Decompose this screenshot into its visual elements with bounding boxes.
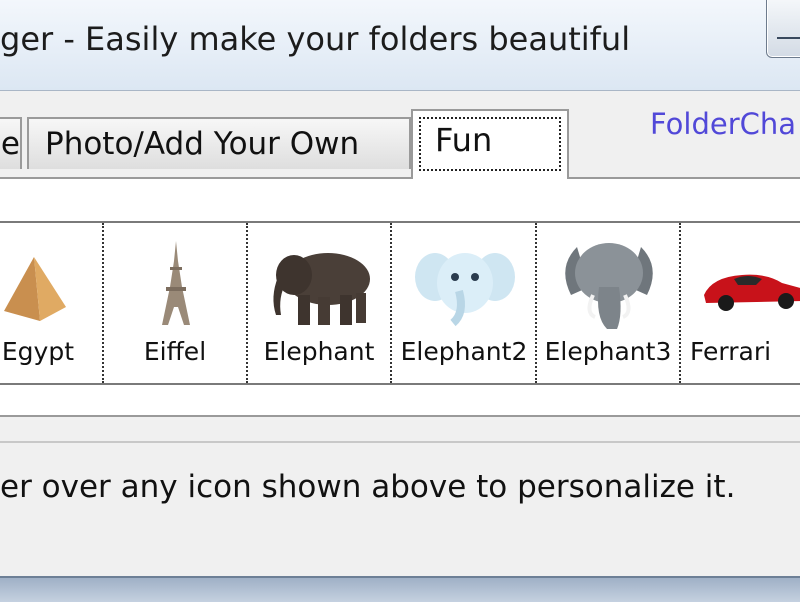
icon-label: Elephant bbox=[263, 337, 375, 366]
tab-label: Photo/Add Your Own bbox=[45, 126, 360, 162]
window-title: ger - Easily make your folders beautiful bbox=[0, 20, 631, 58]
minimize-icon bbox=[777, 33, 800, 39]
icon-label: Eiffel bbox=[143, 337, 207, 366]
icon-tile-elephant[interactable]: Elephant bbox=[248, 223, 392, 383]
tab-label: e bbox=[0, 126, 20, 162]
icon-label: Egypt bbox=[1, 337, 74, 366]
icon-tile-egypt[interactable]: Egypt bbox=[0, 223, 104, 383]
icon-tile-eiffel[interactable]: Eiffel bbox=[104, 223, 248, 383]
minimize-button[interactable] bbox=[766, 0, 800, 58]
tab-photo-add-your-own[interactable]: Photo/Add Your Own bbox=[27, 117, 411, 169]
grey-elephant-icon bbox=[565, 243, 653, 329]
icon-tile-ferrari[interactable]: Ferrari bbox=[682, 223, 800, 383]
icon-tile-elephant3[interactable]: Elephant3 bbox=[537, 223, 681, 383]
cartoon-elephant-icon bbox=[415, 253, 515, 327]
tab-label: Fun bbox=[435, 121, 493, 159]
tab-panel: Egypt Eiffel Elephant Elephant2 Elephant… bbox=[0, 177, 800, 417]
icon-label: Elephant3 bbox=[544, 337, 672, 366]
tab-fun[interactable]: Fun bbox=[411, 109, 569, 179]
title-bar: ger - Easily make your folders beautiful bbox=[0, 0, 800, 91]
elephant-icon bbox=[273, 253, 370, 325]
icon-label: Elephant2 bbox=[400, 337, 528, 366]
main-content: e Photo/Add Your Own Fun FolderCha Egypt bbox=[0, 91, 800, 576]
status-area: er over any icon shown above to personal… bbox=[0, 441, 800, 555]
tab-previous[interactable]: e bbox=[0, 117, 22, 169]
pyramid-icon bbox=[4, 257, 66, 321]
eiffel-tower-icon bbox=[162, 241, 190, 325]
hint-text: er over any icon shown above to personal… bbox=[0, 469, 736, 505]
icon-list: Egypt Eiffel Elephant Elephant2 Elephant… bbox=[0, 221, 800, 385]
icon-label: Ferrari bbox=[690, 337, 772, 366]
icon-tile-elephant2[interactable]: Elephant2 bbox=[393, 223, 537, 383]
window-bottom-frame bbox=[0, 576, 800, 602]
red-car-icon bbox=[704, 274, 800, 311]
brand-link[interactable]: FolderCha bbox=[650, 107, 796, 141]
